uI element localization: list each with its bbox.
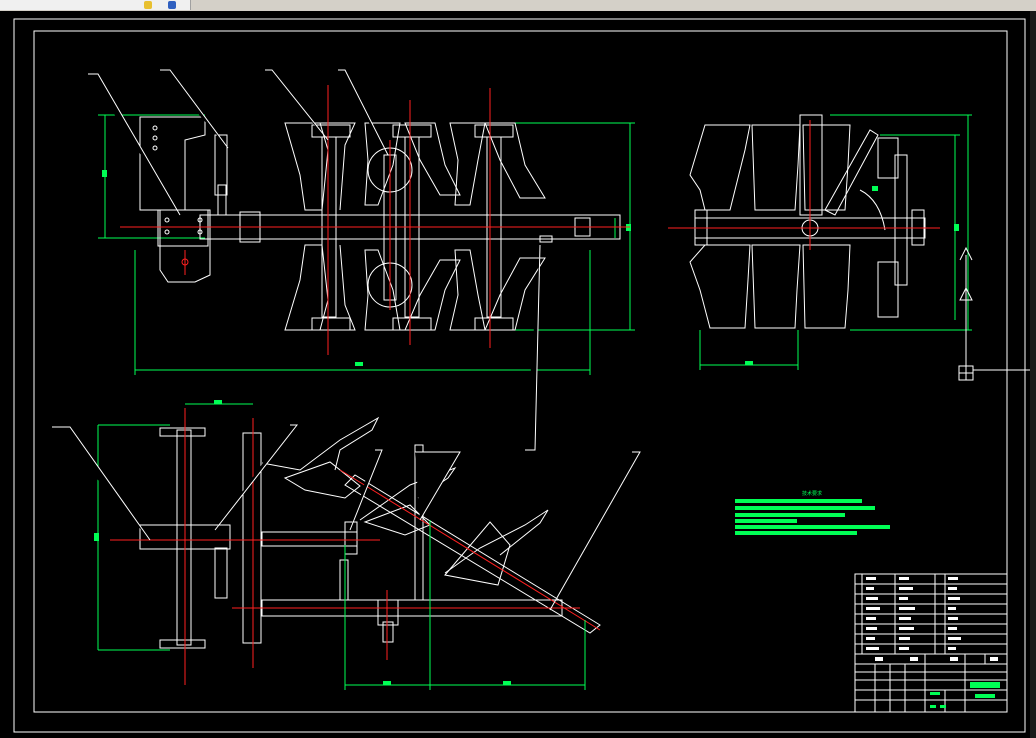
toolbar-area — [0, 0, 191, 10]
tech-notes-title: 技术要求 — [802, 490, 822, 497]
cad-app: 技术要求 — [0, 0, 1036, 738]
note-line — [735, 525, 890, 529]
note-line — [735, 519, 797, 523]
note-line — [735, 506, 875, 510]
note-line — [735, 513, 845, 517]
right-scroll-strip[interactable] — [1030, 11, 1036, 738]
note-line — [735, 531, 857, 535]
note-line — [735, 499, 862, 503]
blue-tool-icon[interactable] — [168, 1, 176, 9]
drawing-canvas[interactable]: 技术要求 — [0, 11, 1030, 738]
yellow-tool-icon[interactable] — [144, 1, 152, 9]
